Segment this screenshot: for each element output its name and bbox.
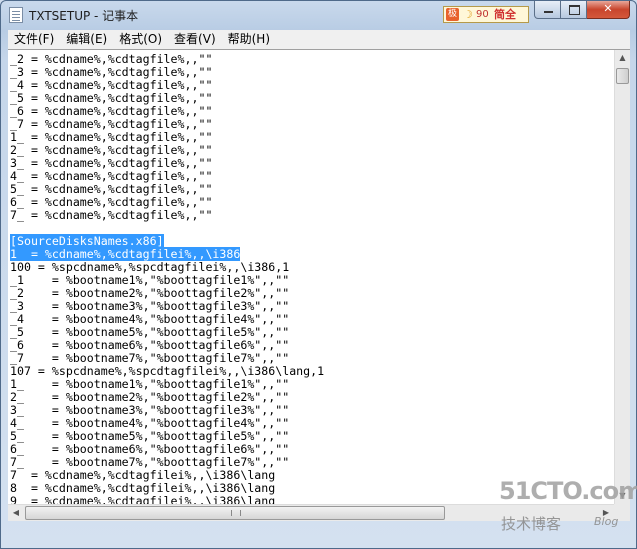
window-title: TXTSETUP - 记事本 [29, 9, 139, 23]
scroll-left-arrow-icon[interactable]: ◀ [8, 505, 24, 521]
client-area: _2 = %cdname%,%cdtagfile%,,"" _3 = %cdnam… [8, 49, 630, 521]
menu-view[interactable]: 查看(V) [168, 30, 222, 49]
ime-mode-label[interactable]: 简全 [494, 7, 516, 22]
watermark-caption: 技术博客 [501, 515, 562, 533]
ime-logo-icon[interactable]: 极 [446, 8, 459, 21]
notepad-icon[interactable] [9, 7, 23, 23]
horizontal-scroll-thumb[interactable] [25, 506, 445, 520]
menu-bar: 文件(F) 编辑(E) 格式(O) 查看(V) 帮助(H) [8, 30, 630, 49]
menu-format[interactable]: 格式(O) [113, 30, 168, 49]
notepad-window: TXTSETUP - 记事本 极 ☽ 90 简全 ✕ 文件(F) 编辑(E) 格… [0, 0, 637, 549]
watermark: 51CTO.com 技术博客 Blog [499, 477, 637, 537]
close-button[interactable]: ✕ [587, 1, 630, 19]
text-line[interactable]: 9 = %cdname%,%cdtagfilei%,,\i386\lang [10, 495, 275, 505]
scroll-up-arrow-icon[interactable]: ▲ [615, 50, 630, 66]
menu-edit[interactable]: 编辑(E) [60, 30, 113, 49]
close-icon: ✕ [603, 2, 613, 15]
watermark-blog: Blog [594, 515, 619, 528]
selected-text[interactable]: 1 = %cdname%,%cdtagfilei%,,\i386 [10, 247, 241, 261]
ime-punctuation-toggle[interactable]: 90 [476, 7, 489, 22]
caption-buttons: ✕ [534, 1, 630, 20]
vertical-scroll-thumb[interactable] [616, 68, 629, 84]
title-bar[interactable]: TXTSETUP - 记事本 极 ☽ 90 简全 ✕ [1, 1, 636, 29]
ime-moon-icon[interactable]: ☽ [463, 7, 473, 22]
grip-icon [231, 510, 241, 516]
text-line[interactable]: 7_ = %cdname%,%cdtagfile%,,"" [10, 209, 212, 222]
ime-toolbar[interactable]: 极 ☽ 90 简全 [443, 6, 529, 23]
vertical-scrollbar[interactable]: ▲ ▼ [614, 50, 630, 504]
menu-file[interactable]: 文件(F) [8, 30, 60, 49]
text-editor[interactable]: _2 = %cdname%,%cdtagfile%,,"" _3 = %cdnam… [8, 50, 614, 504]
maximize-icon [569, 5, 580, 15]
menu-help[interactable]: 帮助(H) [222, 30, 276, 49]
selected-text[interactable]: [SourceDisksNames.x86] [10, 234, 164, 248]
watermark-site: 51CTO.com [499, 477, 637, 505]
minimize-button[interactable] [534, 1, 561, 19]
minimize-icon [544, 11, 553, 13]
maximize-button[interactable] [561, 1, 587, 19]
